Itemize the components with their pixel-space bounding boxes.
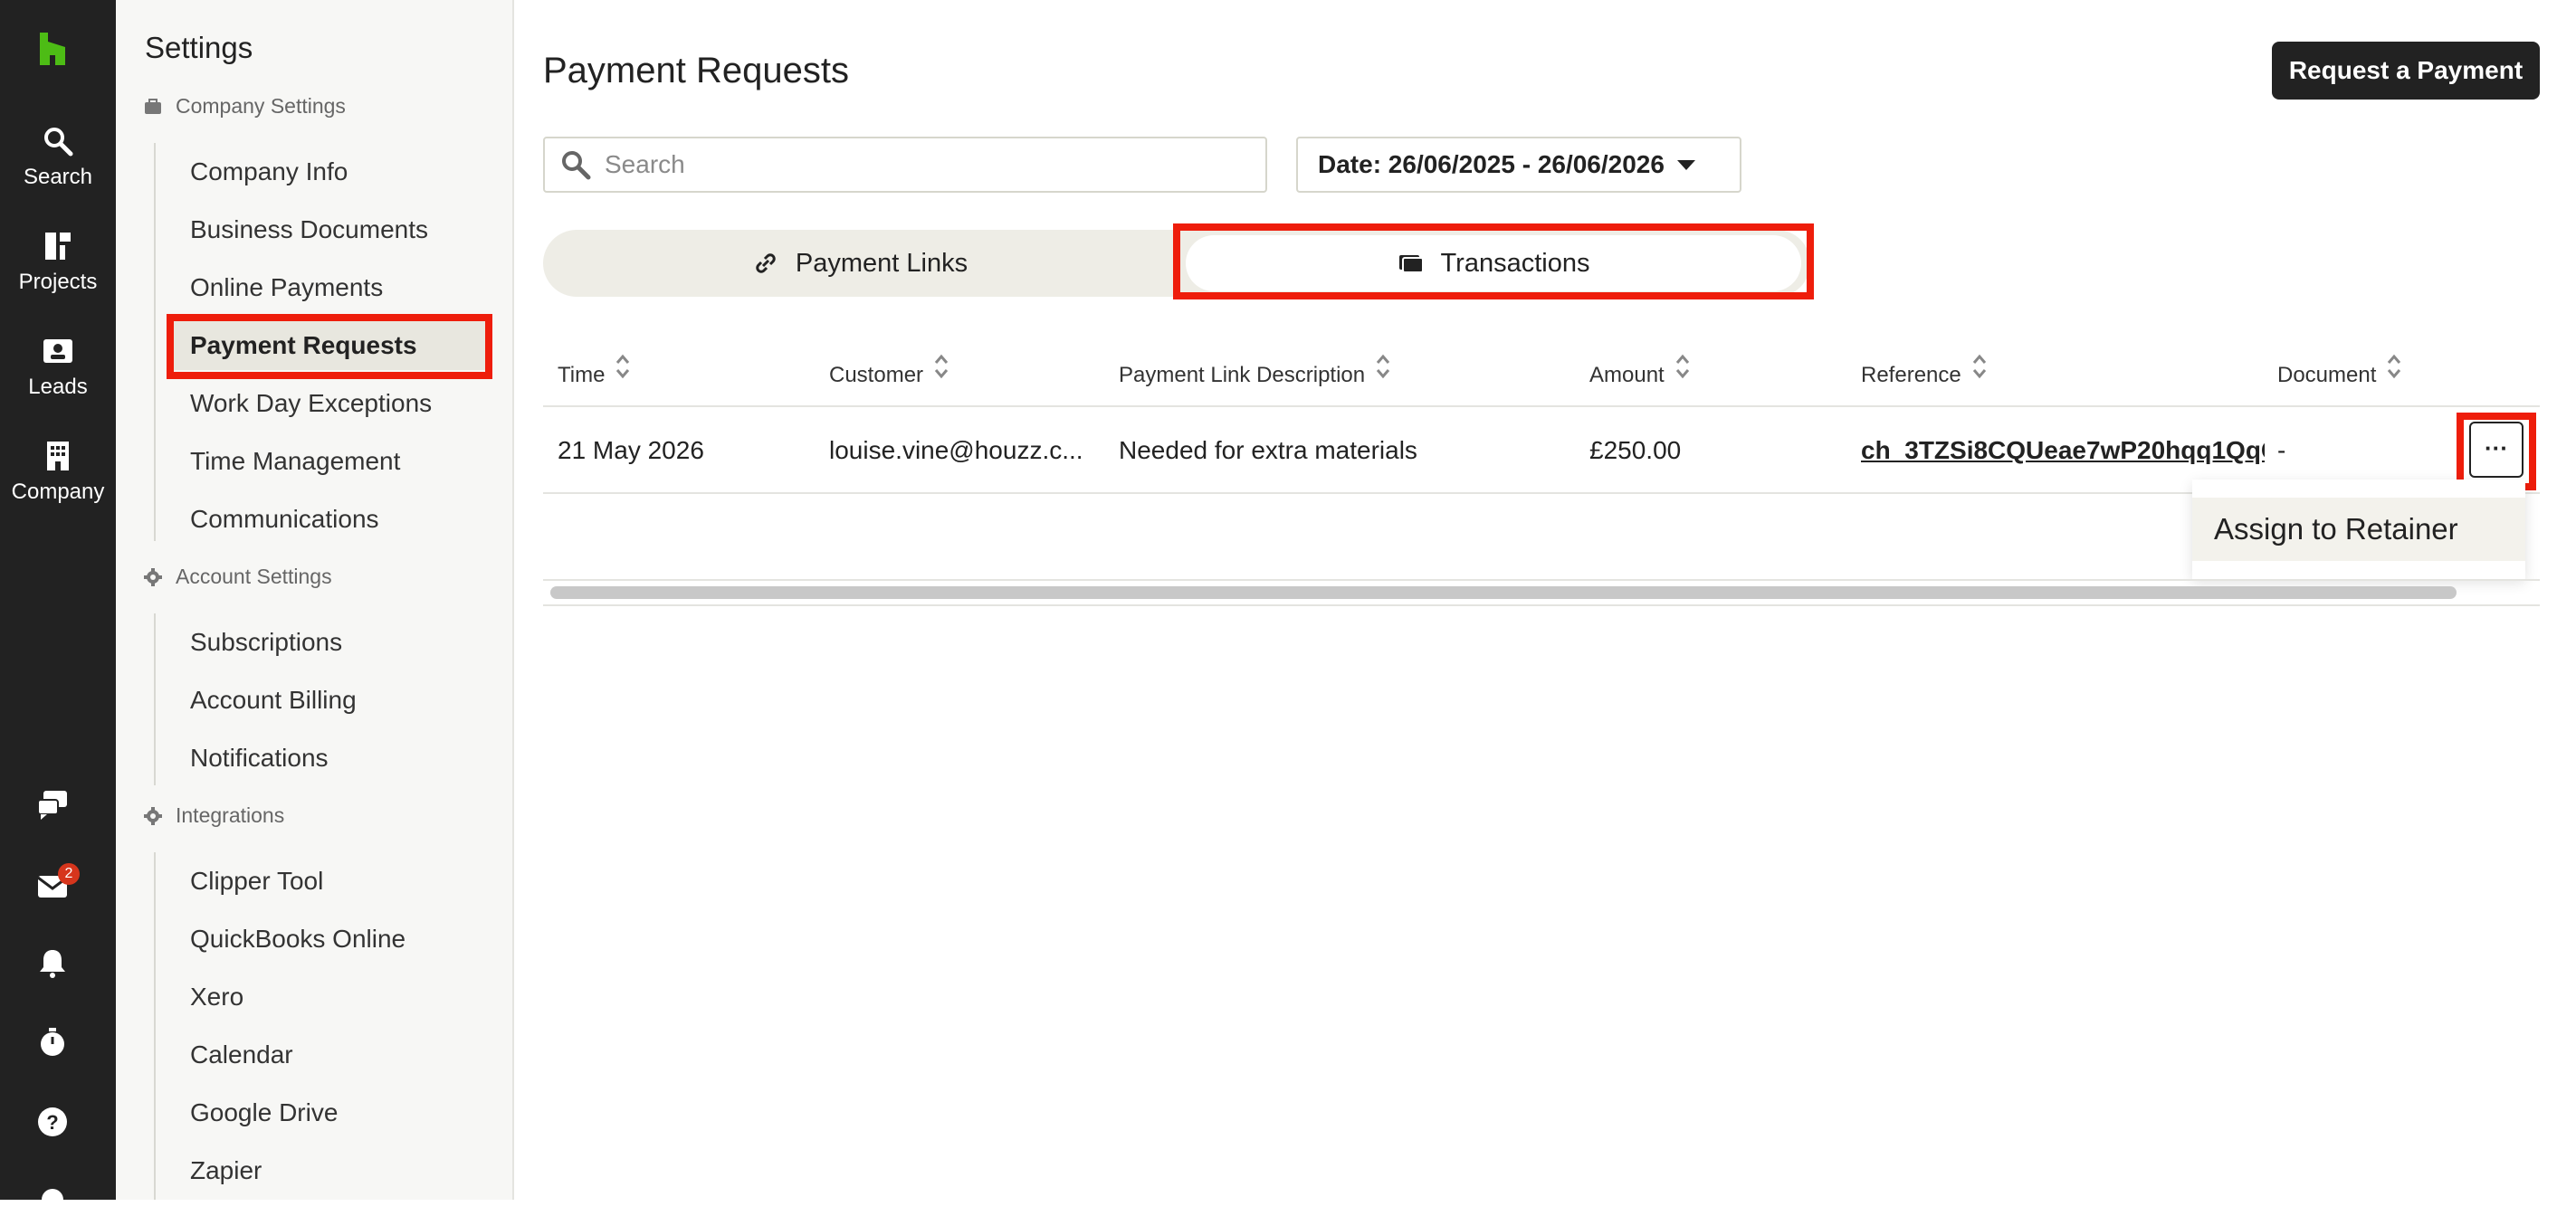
- sidebar-item-clipper-tool[interactable]: Clipper Tool: [190, 857, 498, 906]
- sidebar-item-xero[interactable]: Xero: [190, 973, 498, 1021]
- section-account-settings: Account Settings: [143, 565, 332, 589]
- sidebar-item-company-info[interactable]: Company Info: [190, 147, 498, 196]
- column-label: Time: [558, 363, 606, 387]
- cog-icon: [144, 567, 162, 586]
- briefcase-icon: [145, 98, 161, 114]
- company-icon: [47, 442, 69, 470]
- svg-text:?: ?: [46, 1111, 58, 1134]
- request-payment-button[interactable]: Request a Payment: [2272, 42, 2540, 100]
- cell-description: Needed for extra materials: [1119, 436, 1417, 464]
- gear-icon[interactable]: [36, 1183, 69, 1216]
- section-label: Company Settings: [176, 94, 346, 118]
- column-header-description[interactable]: Payment Link Description: [1119, 344, 1390, 407]
- app-rail: Search Projects Leads Company 2 ?: [0, 0, 116, 1211]
- search-icon: [562, 151, 591, 180]
- sort-icon: [616, 354, 630, 379]
- column-header-document[interactable]: Document: [2277, 344, 2401, 407]
- date-filter-label: Date: 26/06/2025 - 26/06/2026: [1318, 150, 1665, 178]
- rail-search[interactable]: Search: [0, 125, 116, 190]
- sidebar-item-google-drive[interactable]: Google Drive: [190, 1088, 498, 1137]
- column-label: Payment Link Description: [1119, 363, 1366, 387]
- nav-divider: [154, 852, 156, 1200]
- nav-divider: [154, 143, 156, 541]
- sidebar-title: Settings: [145, 31, 253, 64]
- settings-sidebar: Settings Company Settings Company Info B…: [116, 0, 514, 1200]
- caret-down-icon: [1676, 159, 1695, 170]
- section-label: Integrations: [176, 803, 285, 827]
- search-box[interactable]: [543, 137, 1267, 193]
- sidebar-item-communications[interactable]: Communications: [190, 495, 498, 544]
- highlight-box: [1173, 223, 1814, 299]
- nav-divider: [154, 613, 156, 785]
- column-header-time[interactable]: Time: [558, 344, 630, 407]
- rail-leads[interactable]: Leads: [0, 335, 116, 400]
- link-icon: [756, 253, 776, 273]
- rail-search-label: Search: [23, 165, 93, 189]
- sort-icon: [1972, 354, 1986, 379]
- cell-amount: £250.00: [1589, 436, 1682, 464]
- search-input[interactable]: [605, 150, 1238, 179]
- sidebar-item-time-management[interactable]: Time Management: [190, 437, 498, 486]
- table-header: Time Customer Payment Link Description A…: [543, 344, 2540, 407]
- inbox-badge: 2: [58, 863, 80, 885]
- sidebar-item-calendar[interactable]: Calendar: [190, 1031, 498, 1079]
- search-icon: [44, 128, 73, 157]
- rail-company-label: Company: [11, 480, 105, 504]
- houzz-logo[interactable]: [34, 31, 71, 67]
- help-icon[interactable]: ?: [36, 1106, 69, 1138]
- messages-icon[interactable]: [36, 789, 69, 822]
- column-label: Customer: [829, 363, 924, 387]
- column-label: Document: [2277, 363, 2377, 387]
- rail-leads-label: Leads: [28, 375, 88, 399]
- section-integrations: Integrations: [143, 803, 284, 828]
- highlight-box: [167, 314, 492, 379]
- row-actions-menu: Assign to Retainer: [2192, 480, 2525, 579]
- cell-customer: louise.vine@houzz.c...: [829, 436, 1083, 464]
- timer-icon[interactable]: [36, 1026, 69, 1059]
- section-company-settings: Company Settings: [143, 94, 346, 119]
- rail-company[interactable]: Company: [0, 440, 116, 505]
- sidebar-item-account-billing[interactable]: Account Billing: [190, 676, 498, 725]
- sort-icon: [2388, 354, 2401, 379]
- leads-icon: [43, 339, 72, 363]
- bell-icon[interactable]: [36, 946, 69, 979]
- sort-icon: [1376, 354, 1390, 379]
- sort-icon: [1675, 354, 1689, 379]
- sidebar-item-business-documents[interactable]: Business Documents: [190, 205, 498, 254]
- sidebar-item-work-day-exceptions[interactable]: Work Day Exceptions: [190, 379, 498, 428]
- sidebar-item-zapier[interactable]: Zapier: [190, 1146, 498, 1195]
- sidebar-item-subscriptions[interactable]: Subscriptions: [190, 618, 498, 667]
- sort-icon: [934, 354, 949, 379]
- section-label: Account Settings: [176, 565, 332, 588]
- column-header-amount[interactable]: Amount: [1589, 344, 1690, 407]
- rail-projects-label: Projects: [18, 270, 98, 294]
- tab-label: Payment Links: [795, 248, 968, 278]
- column-header-reference[interactable]: Reference: [1861, 344, 1987, 407]
- sidebar-item-notifications[interactable]: Notifications: [190, 734, 498, 783]
- tab-payment-links[interactable]: Payment Links: [543, 230, 1177, 297]
- column-label: Reference: [1861, 363, 1961, 387]
- menu-item-assign-to-retainer[interactable]: Assign to Retainer: [2192, 498, 2525, 561]
- cog-icon: [144, 806, 162, 825]
- column-header-customer[interactable]: Customer: [829, 344, 949, 407]
- projects-icon: [45, 233, 71, 260]
- date-filter-dropdown[interactable]: Date: 26/06/2025 - 26/06/2026: [1296, 137, 1741, 193]
- page-title: Payment Requests: [543, 51, 849, 90]
- column-label: Amount: [1589, 363, 1665, 387]
- cell-time: 21 May 2026: [558, 436, 704, 464]
- scrollbar-thumb[interactable]: [550, 586, 2457, 599]
- sidebar-item-online-payments[interactable]: Online Payments: [190, 263, 498, 312]
- horizontal-scrollbar[interactable]: [543, 579, 2540, 606]
- sidebar-item-quickbooks-online[interactable]: QuickBooks Online: [190, 915, 498, 964]
- rail-projects[interactable]: Projects: [0, 230, 116, 295]
